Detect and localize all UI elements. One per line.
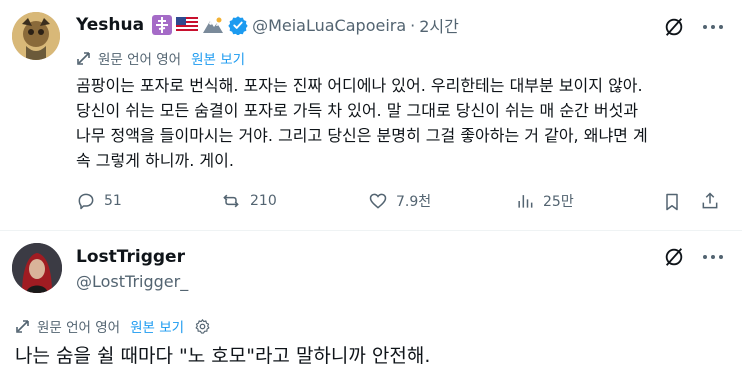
show-original-link[interactable]: 원본 보기: [191, 48, 245, 68]
avatar[interactable]: [12, 243, 62, 293]
post-body-line: 곰팡이는 포자로 번식해. 포자는 진짜 어디에나 있어. 우리한테는 대부분 …: [76, 76, 643, 95]
separator: ·: [410, 15, 416, 35]
reply-author-name[interactable]: LostTrigger: [76, 247, 188, 267]
repost-icon: [223, 194, 239, 208]
author-handle[interactable]: @MeiaLuaCapoeira: [252, 16, 406, 35]
grok-icon[interactable]: [663, 246, 685, 268]
settings-gear-icon[interactable]: [194, 318, 211, 335]
like-button[interactable]: 7.9천: [368, 191, 431, 211]
reply-translation-row: 원문 언어 영어 원본 보기: [15, 316, 211, 336]
post-body-line: 나무 정액을 들이마시는 거야. 그리고 당신은 분명히 그걸 좋아하는 거 같…: [76, 126, 648, 145]
post-body-line: 속 그렇게 하니까. 게이.: [76, 151, 234, 170]
us-flag-icon: [176, 17, 199, 33]
translate-icon: [15, 318, 31, 334]
verified-badge-icon[interactable]: [228, 15, 248, 36]
reply-icon: [78, 193, 94, 210]
views-button[interactable]: 25만: [515, 191, 574, 211]
divider: [0, 230, 742, 231]
views-count: 25만: [543, 194, 574, 210]
repost-button[interactable]: 210: [220, 191, 277, 211]
translate-icon: [76, 50, 92, 66]
heart-icon: [369, 193, 387, 209]
reply-count: 51: [104, 193, 122, 209]
share-icon[interactable]: [700, 191, 720, 211]
mountain-icon: [202, 16, 224, 34]
reply-header: LostTrigger @LostTrigger_: [76, 247, 188, 291]
reply-body: 나는 숨을 쉴 때마다 "노 호모"라고 말하니까 안전해.: [15, 345, 431, 367]
post-header: Yeshua @MeiaLuaCapoeira · 2시간: [76, 13, 459, 37]
avatar[interactable]: [12, 12, 60, 60]
bookmark-icon[interactable]: [662, 192, 682, 212]
reply-button[interactable]: 51: [76, 191, 122, 211]
translation-label: 원문 언어 영어: [98, 52, 182, 68]
grok-icon[interactable]: [663, 16, 685, 38]
like-count: 7.9천: [396, 194, 432, 210]
views-icon: [518, 195, 533, 208]
translation-row: 원문 언어 영어 원본 보기: [76, 48, 245, 68]
more-options-icon[interactable]: [700, 246, 726, 268]
author-name[interactable]: Yeshua: [76, 15, 144, 35]
more-options-icon[interactable]: [700, 16, 726, 38]
orthodox-cross-icon: [152, 15, 173, 35]
show-original-link[interactable]: 원본 보기: [130, 316, 184, 336]
repost-count: 210: [250, 193, 277, 209]
translation-label: 원문 언어 영어: [37, 320, 121, 336]
post-body-line: 당신이 쉬는 모든 숨결이 포자로 가득 차 있어. 말 그대로 당신이 쉬는 …: [76, 101, 639, 120]
reply-author-handle[interactable]: @LostTrigger_: [76, 272, 188, 291]
post-body: 곰팡이는 포자로 번식해. 포자는 진짜 어디에나 있어. 우리한테는 대부분 …: [76, 73, 726, 173]
post-time[interactable]: 2시간: [419, 13, 459, 37]
